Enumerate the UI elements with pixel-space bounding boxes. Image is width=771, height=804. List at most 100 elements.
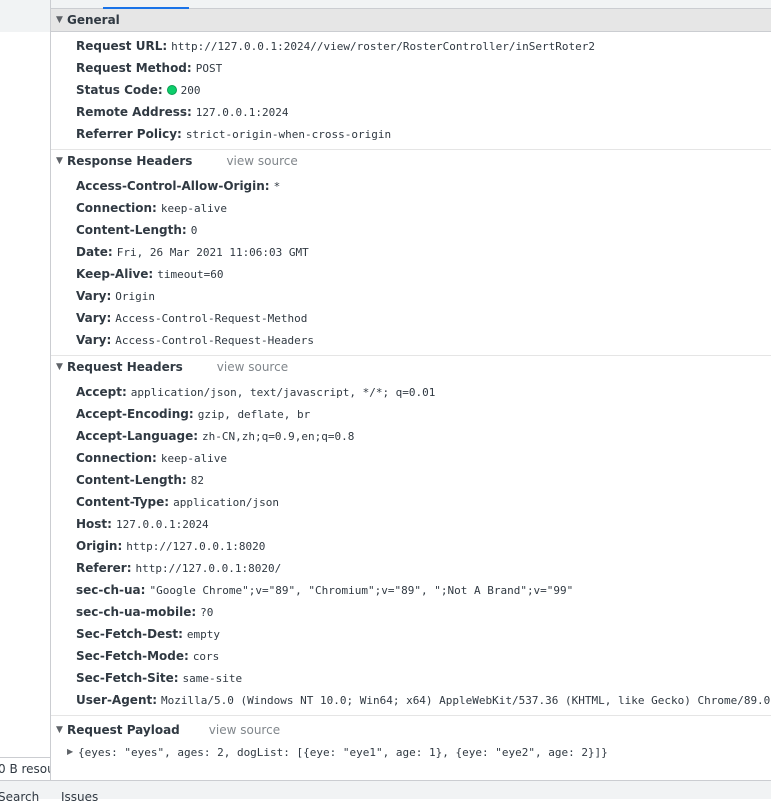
response-headers-title: Response Headers [67, 154, 193, 168]
request-header-row: Content-Type: application/json [51, 491, 771, 513]
request-header-value: same-site [182, 672, 243, 685]
tab-headers-active-indicator[interactable] [103, 0, 189, 9]
response-header-row: Date: Fri, 26 Mar 2021 11:06:03 GMT [51, 241, 771, 263]
request-header-key: Accept-Encoding: [76, 407, 194, 421]
response-header-key: Vary: [76, 333, 112, 347]
request-header-row: Origin: http://127.0.0.1:8020 [51, 535, 771, 557]
response-header-value: Fri, 26 Mar 2021 11:06:03 GMT [116, 246, 309, 259]
payload-tree-item[interactable]: ▶ {eyes: "eyes", ages: 2, dogList: [{eye… [51, 741, 771, 763]
request-header-value: 127.0.0.1:2024 [115, 518, 209, 531]
general-section: ▼ General Request URL: http://127.0.0.1:2… [51, 9, 771, 150]
request-header-key: Sec-Fetch-Dest: [76, 627, 183, 641]
request-header-row: Host: 127.0.0.1:2024 [51, 513, 771, 535]
request-header-value: "Google Chrome";v="89", "Chromium";v="89… [149, 584, 574, 597]
expand-triangle-icon[interactable]: ▶ [67, 741, 73, 763]
response-header-row: Access-Control-Allow-Origin: * [51, 175, 771, 197]
payload-value: {eyes: "eyes", ages: 2, dogList: [{eye: … [78, 746, 608, 759]
detail-tabs-bar [51, 0, 771, 9]
request-header-value: empty [186, 628, 220, 641]
request-header-value: zh-CN,zh;q=0.9,en;q=0.8 [202, 430, 355, 443]
request-header-row: sec-ch-ua-mobile: ?0 [51, 601, 771, 623]
request-header-row: User-Agent: Mozilla/5.0 (Windows NT 10.0;… [51, 689, 771, 711]
request-list-pane: 0 B resou [0, 0, 51, 780]
payload-view-source-link[interactable]: view source [209, 723, 280, 737]
response-view-source-link[interactable]: view source [226, 154, 297, 168]
request-header-key: sec-ch-ua: [76, 583, 146, 597]
request-header-value: ?0 [200, 606, 214, 619]
general-row-request-url: Request URL: http://127.0.0.1:2024//view/… [76, 39, 595, 53]
response-header-value: keep-alive [160, 202, 228, 215]
headers-panel: ▼ General Request URL: http://127.0.0.1:2… [51, 9, 771, 779]
request-header-rows: Accept: application/json, text/javascript… [51, 378, 771, 715]
request-header-row: Connection: keep-alive [51, 447, 771, 469]
status-ok-dot-icon [166, 85, 177, 95]
response-header-value: 0 [190, 224, 198, 237]
response-header-value: Origin [115, 290, 156, 303]
request-header-value: cors [192, 650, 220, 663]
request-header-key: Origin: [76, 539, 123, 553]
selected-request-row[interactable] [0, 8, 50, 32]
request-header-row: Accept-Language: zh-CN,zh;q=0.9,en;q=0.8 [51, 425, 771, 447]
request-header-value: gzip, deflate, br [197, 408, 311, 421]
response-header-key: Vary: [76, 311, 112, 325]
general-rows: Request URL: http://127.0.0.1:2024//view/… [51, 32, 771, 149]
request-headers-header[interactable]: ▼ Request Headers view source [51, 356, 771, 378]
tab-issues[interactable]: Issues [61, 790, 98, 804]
request-payload-header[interactable]: ▼ Request Payload view source [51, 719, 771, 741]
request-header-row: Content-Length: 82 [51, 469, 771, 491]
response-header-row: Keep-Alive: timeout=60 [51, 263, 771, 285]
request-header-key: Accept-Language: [76, 429, 199, 443]
response-header-value: timeout=60 [157, 268, 224, 281]
request-header-key: Content-Length: [76, 473, 187, 487]
collapse-triangle-icon: ▼ [56, 725, 63, 735]
response-header-key: Date: [76, 245, 113, 259]
request-headers-section: ▼ Request Headers view source Accept: appl… [51, 356, 771, 716]
response-header-value: Access-Control-Request-Method [115, 312, 308, 325]
response-header-row: Vary: Access-Control-Request-Method [51, 307, 771, 329]
response-header-row: Vary: Access-Control-Request-Headers [51, 329, 771, 351]
request-header-value: Mozilla/5.0 (Windows NT 10.0; Win64; x64… [161, 694, 771, 707]
request-header-row: Sec-Fetch-Dest: empty [51, 623, 771, 645]
response-header-key: Content-Length: [76, 223, 187, 237]
general-row-status-code: Status Code: 200 [76, 83, 201, 97]
request-headers-title: Request Headers [67, 360, 183, 374]
request-header-value: http://127.0.0.1:8020 [126, 540, 266, 553]
request-header-value: application/json [173, 496, 280, 509]
request-header-key: Content-Type: [76, 495, 170, 509]
response-header-row: Vary: Origin [51, 285, 771, 307]
general-row-remote-address: Remote Address: 127.0.0.1:2024 [76, 105, 289, 119]
collapse-triangle-icon: ▼ [56, 362, 63, 372]
request-view-source-link[interactable]: view source [217, 360, 288, 374]
request-header-row: Accept: application/json, text/javascript… [51, 381, 771, 403]
request-header-row: Sec-Fetch-Mode: cors [51, 645, 771, 667]
transfer-summary: 0 B resou [0, 757, 50, 780]
request-header-key: Accept: [76, 385, 127, 399]
request-header-row: sec-ch-ua: "Google Chrome";v="89", "Chrom… [51, 579, 771, 601]
request-header-key: Referer: [76, 561, 132, 575]
response-header-key: Connection: [76, 201, 157, 215]
request-header-row: Accept-Encoding: gzip, deflate, br [51, 403, 771, 425]
request-header-value: 82 [190, 474, 204, 487]
request-header-key: Host: [76, 517, 112, 531]
request-header-key: sec-ch-ua-mobile: [76, 605, 197, 619]
tab-search[interactable]: Search [0, 790, 39, 804]
request-payload-title: Request Payload [67, 723, 180, 737]
general-section-title: General [67, 13, 120, 27]
collapse-triangle-icon: ▼ [56, 156, 63, 166]
response-header-rows: Access-Control-Allow-Origin: * Connection:… [51, 172, 771, 355]
request-header-key: Sec-Fetch-Site: [76, 671, 179, 685]
response-header-key: Keep-Alive: [76, 267, 154, 281]
response-header-row: Connection: keep-alive [51, 197, 771, 219]
response-header-key: Vary: [76, 289, 112, 303]
collapse-triangle-icon: ▼ [56, 15, 63, 25]
general-row-request-method: Request Method: POST [76, 61, 223, 75]
request-header-value: http://127.0.0.1:8020/ [135, 562, 282, 575]
response-header-key: Access-Control-Allow-Origin: [76, 179, 270, 193]
request-header-value: application/json, text/javascript, */*; … [130, 386, 436, 399]
general-section-header[interactable]: ▼ General [51, 9, 771, 32]
response-header-value: Access-Control-Request-Headers [115, 334, 314, 347]
request-header-row: Referer: http://127.0.0.1:8020/ [51, 557, 771, 579]
request-payload-section: ▼ Request Payload view source ▶ {eyes: "e… [51, 719, 771, 763]
response-headers-header[interactable]: ▼ Response Headers view source [51, 150, 771, 172]
request-header-key: Connection: [76, 451, 157, 465]
